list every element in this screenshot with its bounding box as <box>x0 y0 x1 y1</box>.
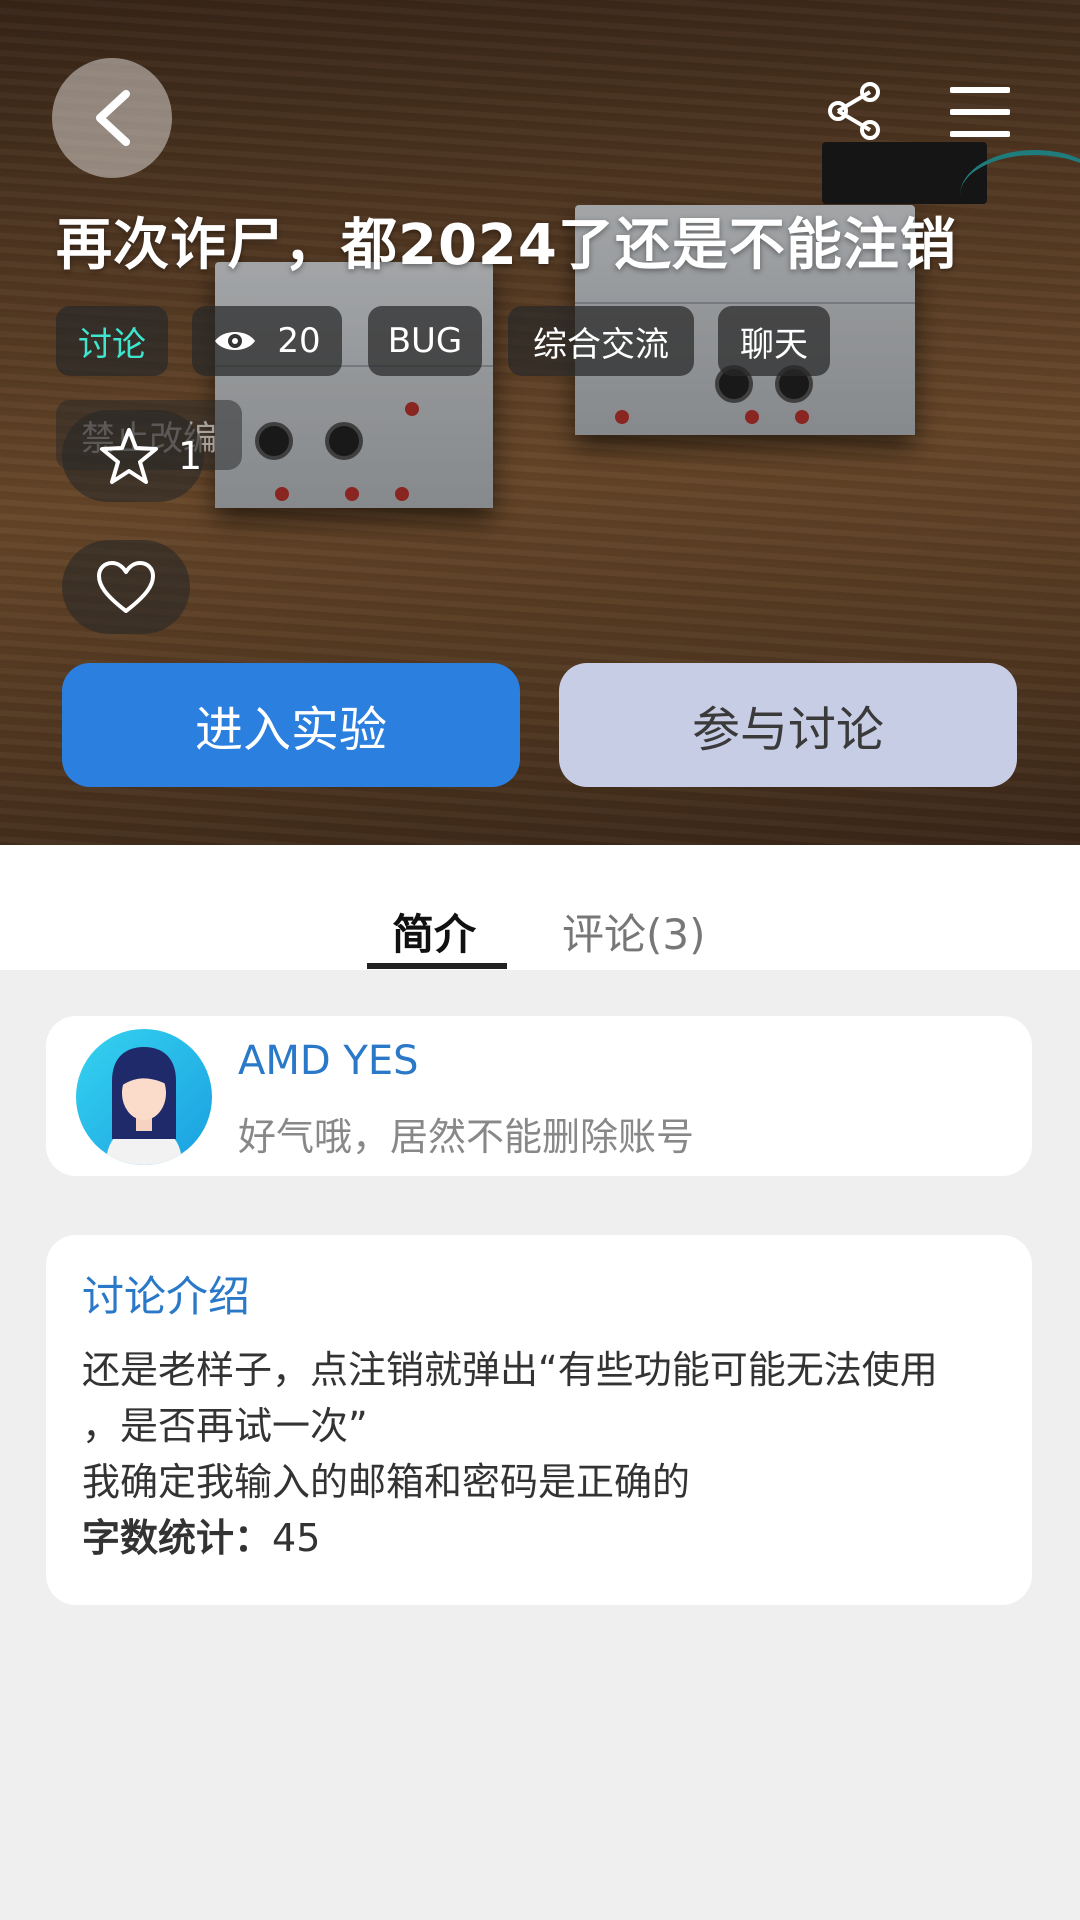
tag-general[interactable]: 综合交流 <box>508 306 694 376</box>
user-avatar-icon <box>76 1029 212 1165</box>
active-tab-indicator <box>367 963 507 969</box>
join-discussion-button[interactable]: 参与讨论 <box>559 663 1017 787</box>
views-count: 20 <box>277 321 321 361</box>
discussion-intro-card: 讨论介绍 还是老样子，点注销就弹出“有些功能可能无法使用 ，是否再试一次” 我确… <box>46 1235 1032 1605</box>
back-button[interactable] <box>52 58 172 178</box>
intro-body: 还是老样子，点注销就弹出“有些功能可能无法使用 ，是否再试一次” 我确定我输入的… <box>82 1348 938 1504</box>
eye-icon <box>215 332 256 350</box>
share-button[interactable] <box>826 80 886 146</box>
page-title: 再次诈尸，都2024了还是不能注销 <box>56 213 957 278</box>
word-count-value: 45 <box>272 1516 321 1560</box>
cover-image: 再次诈尸，都2024了还是不能注销 讨论 20 BUG 综合交流 聊天 禁止改编… <box>0 0 1080 845</box>
share-icon <box>828 82 880 140</box>
chevron-left-icon <box>96 90 130 146</box>
tab-bar: 简介 评论(3) <box>0 845 1080 970</box>
favorite-count: 1 <box>178 434 203 478</box>
menu-button[interactable] <box>950 84 1010 140</box>
hamburger-menu-icon <box>950 87 1010 137</box>
tab-comments[interactable]: 评论(3) <box>562 901 706 962</box>
heart-icon <box>97 561 155 613</box>
enter-experiment-button[interactable]: 进入实验 <box>62 663 520 787</box>
tab-intro[interactable]: 简介 <box>392 901 476 962</box>
like-button[interactable] <box>62 540 190 634</box>
word-count-label: 字数统计： <box>82 1516 273 1560</box>
intro-heading: 讨论介绍 <box>82 1272 251 1321</box>
star-icon <box>100 428 158 484</box>
tag-chat[interactable]: 聊天 <box>718 306 830 376</box>
word-count: 字数统计：45 <box>82 1510 996 1566</box>
category-tag[interactable]: 讨论 <box>56 306 168 376</box>
views-badge: 20 <box>192 306 342 376</box>
avatar[interactable] <box>76 1029 212 1165</box>
author-name[interactable]: AMD YES <box>238 1038 419 1084</box>
author-card[interactable]: AMD YES 好气哦，居然不能删除账号 <box>46 1016 1032 1176</box>
tag-bug[interactable]: BUG <box>368 306 482 376</box>
author-bio: 好气哦，居然不能删除账号 <box>238 1115 695 1159</box>
favorite-button[interactable]: 1 <box>62 410 204 502</box>
